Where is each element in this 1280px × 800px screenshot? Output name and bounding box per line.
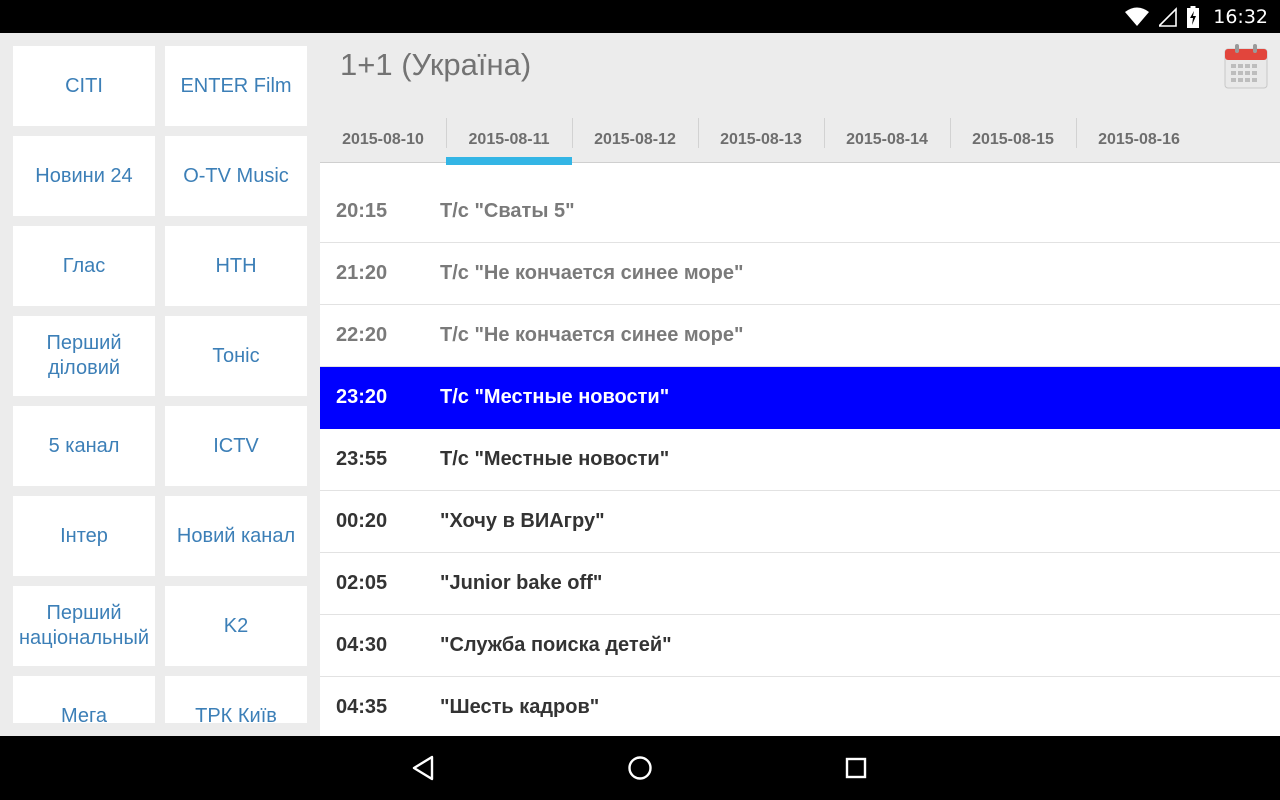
program-time: 21:20 <box>336 262 388 284</box>
tab-2015-08-15[interactable]: 2015-08-15 <box>950 116 1076 163</box>
schedule-row[interactable]: 21:20 Т/с "Не кончается синее море" <box>320 243 1280 305</box>
schedule-row[interactable]: 00:20 "Хочу в ВИАгру" <box>320 491 1280 553</box>
program-time: 23:55 <box>336 448 388 470</box>
channel-tile[interactable]: Глас <box>13 226 155 306</box>
program-title: Т/с "Сваты 5" <box>440 200 575 222</box>
tab-2015-08-10[interactable]: 2015-08-10 <box>320 116 446 163</box>
home-icon[interactable] <box>624 752 656 784</box>
wifi-icon <box>1125 7 1150 26</box>
tab-2015-08-11[interactable]: 2015-08-11 <box>446 116 572 165</box>
program-title: "Хочу в ВИАгру" <box>440 510 605 532</box>
program-title: Т/с "Местные новости" <box>440 386 670 408</box>
program-time: 04:30 <box>336 634 388 656</box>
calendar-icon[interactable] <box>1224 43 1268 89</box>
channel-tile[interactable]: Мега <box>13 676 155 723</box>
channel-tile[interactable]: Інтер <box>13 496 155 576</box>
tab-label: 2015-08-13 <box>720 130 802 148</box>
program-time: 00:20 <box>336 510 388 532</box>
program-panel: 1+1 (Україна) 2015-08-10 2015-08-11 2015-0… <box>320 33 1280 736</box>
program-time: 04:35 <box>336 696 388 718</box>
program-time: 20:15 <box>336 200 388 222</box>
channel-tile[interactable]: CITI <box>13 46 155 126</box>
channel-tile[interactable]: ENTER Film <box>165 46 307 126</box>
program-time: 02:05 <box>336 572 388 594</box>
program-header: 1+1 (Україна) 2015-08-10 2015-08-11 2015-0… <box>320 33 1280 165</box>
back-icon[interactable] <box>408 752 440 784</box>
schedule-list: 20:15 Т/с "Сваты 5" 21:20 Т/с "Не кончается… <box>320 181 1280 736</box>
battery-charging-icon <box>1187 5 1200 28</box>
schedule-row[interactable]: 23:55 Т/с "Местные новости" <box>320 429 1280 491</box>
tab-label: 2015-08-10 <box>342 130 424 148</box>
channel-list[interactable]: CITI ENTER Film Новини 24 O-TV Music Глас НТН… <box>0 33 320 723</box>
channel-tile[interactable]: Перший діловий <box>13 316 155 396</box>
channel-title: 1+1 (Україна) <box>340 47 532 82</box>
channel-tile[interactable]: Перший національный <box>13 586 155 666</box>
channel-tile[interactable]: Новий канал <box>165 496 307 576</box>
program-title: Т/с "Не кончается синее море" <box>440 262 744 284</box>
program-time: 23:20 <box>336 386 388 408</box>
recents-icon[interactable] <box>840 752 872 784</box>
channel-grid: CITI ENTER Film Новини 24 O-TV Music Глас НТН… <box>13 46 307 723</box>
schedule-row[interactable]: 04:30 "Служба поиска детей" <box>320 615 1280 677</box>
channel-tile[interactable]: ТРК Київ <box>165 676 307 723</box>
program-title: "Служба поиска детей" <box>440 634 672 656</box>
app-area: CITI ENTER Film Новини 24 O-TV Music Глас НТН… <box>0 33 1280 736</box>
channel-tile[interactable]: 5 канал <box>13 406 155 486</box>
tab-label: 2015-08-15 <box>972 130 1054 148</box>
channel-tile[interactable]: НТН <box>165 226 307 306</box>
tab-label: 2015-08-16 <box>1098 130 1180 148</box>
tab-2015-08-13[interactable]: 2015-08-13 <box>698 116 824 163</box>
schedule-row[interactable]: 20:15 Т/с "Сваты 5" <box>320 181 1280 243</box>
schedule-row[interactable]: 04:35 "Шесть кадров" <box>320 677 1280 736</box>
status-bar: 16:32 <box>0 0 1280 33</box>
program-time: 22:20 <box>336 324 388 346</box>
tab-2015-08-16[interactable]: 2015-08-16 <box>1076 116 1202 163</box>
tab-2015-08-12[interactable]: 2015-08-12 <box>572 116 698 163</box>
channel-tile[interactable]: Новини 24 <box>13 136 155 216</box>
channel-tile[interactable]: ICTV <box>165 406 307 486</box>
schedule-row[interactable]: 22:20 Т/с "Не кончается синее море" <box>320 305 1280 367</box>
program-title: Т/с "Местные новости" <box>440 448 670 470</box>
schedule-row[interactable]: 02:05 "Junior bake off" <box>320 553 1280 615</box>
tab-label: 2015-08-14 <box>846 130 928 148</box>
tab-label: 2015-08-12 <box>594 130 676 148</box>
date-tabs: 2015-08-10 2015-08-11 2015-08-12 2015-08-13… <box>320 116 1202 165</box>
channel-tile[interactable]: Тоніс <box>165 316 307 396</box>
status-time: 16:32 <box>1213 5 1268 28</box>
navigation-bar <box>0 736 1280 800</box>
channel-tile[interactable]: O-TV Music <box>165 136 307 216</box>
signal-icon <box>1159 6 1178 27</box>
schedule-row-current[interactable]: 23:20 Т/с "Местные новости" <box>320 367 1280 429</box>
channel-tile[interactable]: K2 <box>165 586 307 666</box>
status-icons: 16:32 <box>1125 0 1268 33</box>
tab-label: 2015-08-11 <box>468 130 550 148</box>
tab-2015-08-14[interactable]: 2015-08-14 <box>824 116 950 163</box>
program-title: Т/с "Не кончается синее море" <box>440 324 744 346</box>
program-title: "Junior bake off" <box>440 572 603 594</box>
program-title: "Шесть кадров" <box>440 696 600 718</box>
